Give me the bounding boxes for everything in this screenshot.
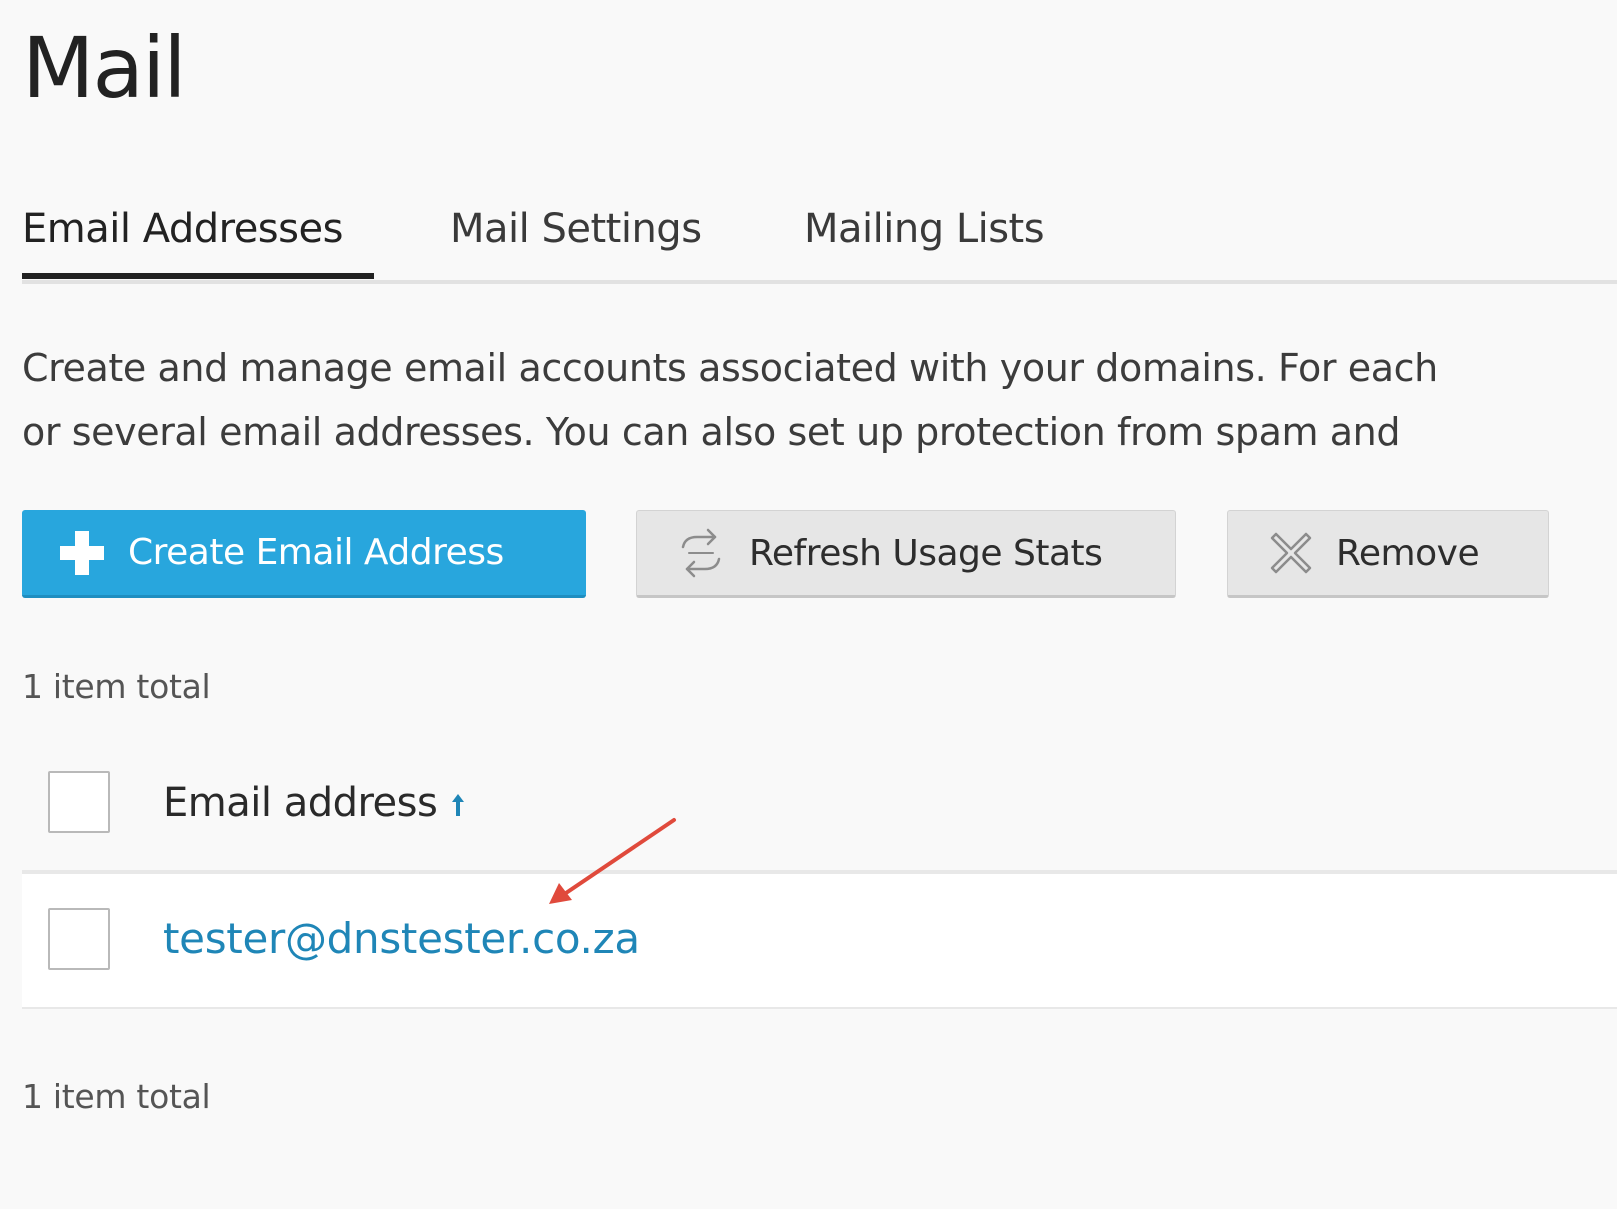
item-count-bottom: 1 item total [22,1077,211,1116]
refresh-usage-stats-button[interactable]: Refresh Usage Stats [636,510,1176,598]
mail-page: Mail Email Addresses Mail Settings Maili… [0,0,1617,1209]
tab-bar: Email Addresses Mail Settings Mailing Li… [22,200,1617,284]
refresh-usage-stats-label: Refresh Usage Stats [749,532,1103,574]
item-count-top: 1 item total [22,667,211,706]
table-header: Email address [22,740,1617,874]
remove-button[interactable]: Remove [1227,510,1549,598]
tab-email-addresses[interactable]: Email Addresses [22,206,343,252]
active-tab-indicator [22,273,374,279]
column-header-label: Email address [163,780,438,826]
page-title: Mail [22,19,187,117]
page-description: Create and manage email accounts associa… [22,336,1617,464]
description-line-1: Create and manage email accounts associa… [22,346,1438,390]
email-address-link[interactable]: tester@dnstester.co.za [163,914,640,963]
table-row: tester@dnstester.co.za [22,874,1617,1009]
annotation-arrow [549,818,676,904]
description-line-2: or several email addresses. You can also… [22,410,1401,454]
column-header-email-address[interactable]: Email address [163,780,467,828]
sort-arrow-up-icon [449,782,467,828]
select-all-checkbox[interactable] [48,771,110,833]
create-email-address-button[interactable]: Create Email Address [22,510,586,598]
remove-x-icon [1266,528,1316,578]
create-email-address-label: Create Email Address [128,532,504,573]
row-checkbox[interactable] [48,908,110,970]
refresh-icon [675,527,727,579]
plus-icon [58,529,106,577]
tab-mail-settings[interactable]: Mail Settings [450,206,702,252]
remove-label: Remove [1336,532,1480,574]
tab-mailing-lists[interactable]: Mailing Lists [804,206,1045,252]
